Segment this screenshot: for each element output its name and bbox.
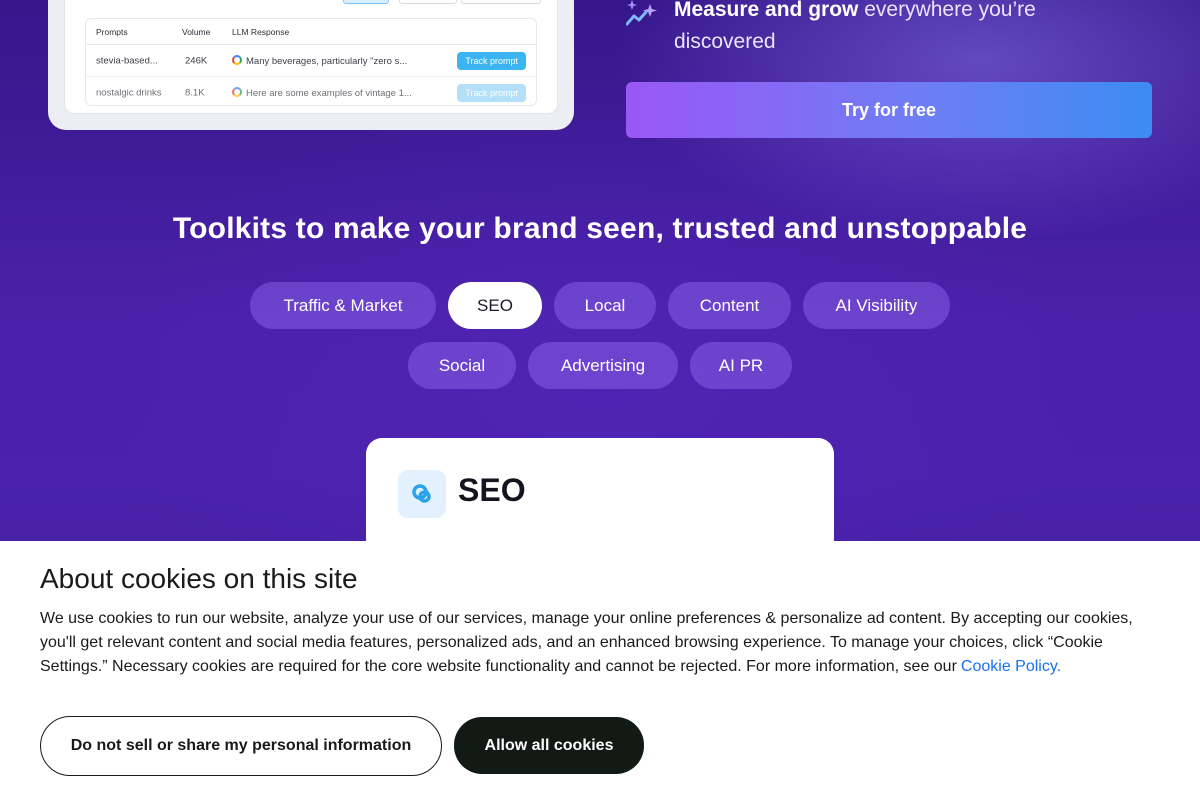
cookie-banner-title: About cookies on this site (40, 563, 358, 594)
row-response: Many beverages, particularly "zero s... (232, 54, 408, 67)
try-for-free-button[interactable]: Try for free (626, 82, 1152, 138)
mock-prompts-table: Prompts Volume LLM Response stevia-based… (85, 18, 537, 106)
allow-all-cookies-button[interactable]: Allow all cookies (454, 717, 644, 774)
google-icon (232, 87, 242, 97)
tab-seo[interactable]: SEO (448, 282, 542, 329)
track-prompt-button: Track prompt (457, 51, 526, 70)
toolkits-heading: Toolkits to make your brand seen, truste… (172, 212, 1028, 245)
card-title: SEO (458, 472, 526, 508)
cookie-banner: About cookies on this site We use cookie… (0, 541, 1200, 800)
seo-toolkit-icon (398, 470, 446, 518)
mock-toolbar (65, 0, 557, 6)
mock-chip (461, 0, 541, 4)
row-volume: 246K (185, 55, 208, 66)
header-volume: Volume (182, 26, 211, 37)
tab-content[interactable]: Content (668, 282, 791, 329)
row-volume: 8.1K (185, 87, 205, 99)
row-response-text: Here are some examples of vintage 1... (246, 88, 412, 99)
row-response: Here are some examples of vintage 1... (232, 87, 412, 99)
table-header: Prompts Volume LLM Response (86, 19, 536, 45)
tab-ai-visibility[interactable]: AI Visibility (803, 282, 950, 329)
measure-bold: Measure and grow (674, 0, 859, 21)
cookie-banner-body: We use cookies to run our website, analy… (40, 607, 1150, 679)
table-row: stevia-based... 246K Many beverages, par… (86, 45, 536, 77)
google-icon (232, 54, 242, 65)
tab-local[interactable]: Local (554, 282, 656, 329)
row-prompt: nostalgic drinks (96, 87, 162, 99)
mock-chip (343, 0, 389, 4)
product-screenshot: Prompts Volume LLM Response stevia-based… (48, 0, 574, 130)
table-row: nostalgic drinks 8.1K Here are some exam… (86, 77, 536, 109)
header-llm-response: LLM Response (232, 26, 290, 37)
tab-social[interactable]: Social (408, 342, 516, 389)
product-screenshot-inner: Prompts Volume LLM Response stevia-based… (64, 0, 558, 114)
sparkle-chart-icon (626, 0, 657, 26)
track-prompt-button: Track prompt (457, 84, 526, 102)
measure-and-grow-text: Measure and grow everywhere you’re disco… (674, 0, 1104, 58)
row-response-text: Many beverages, particularly "zero s... (246, 55, 408, 67)
tab-advertising[interactable]: Advertising (528, 342, 678, 389)
header-prompts: Prompts (96, 26, 128, 37)
cookie-policy-link[interactable]: Cookie Policy. (961, 658, 1061, 675)
do-not-sell-button[interactable]: Do not sell or share my personal informa… (40, 716, 442, 776)
mock-chip (399, 0, 457, 4)
tab-ai-pr[interactable]: AI PR (690, 342, 792, 389)
row-prompt: stevia-based... (96, 55, 158, 66)
tab-traffic-market[interactable]: Traffic & Market (250, 282, 436, 329)
